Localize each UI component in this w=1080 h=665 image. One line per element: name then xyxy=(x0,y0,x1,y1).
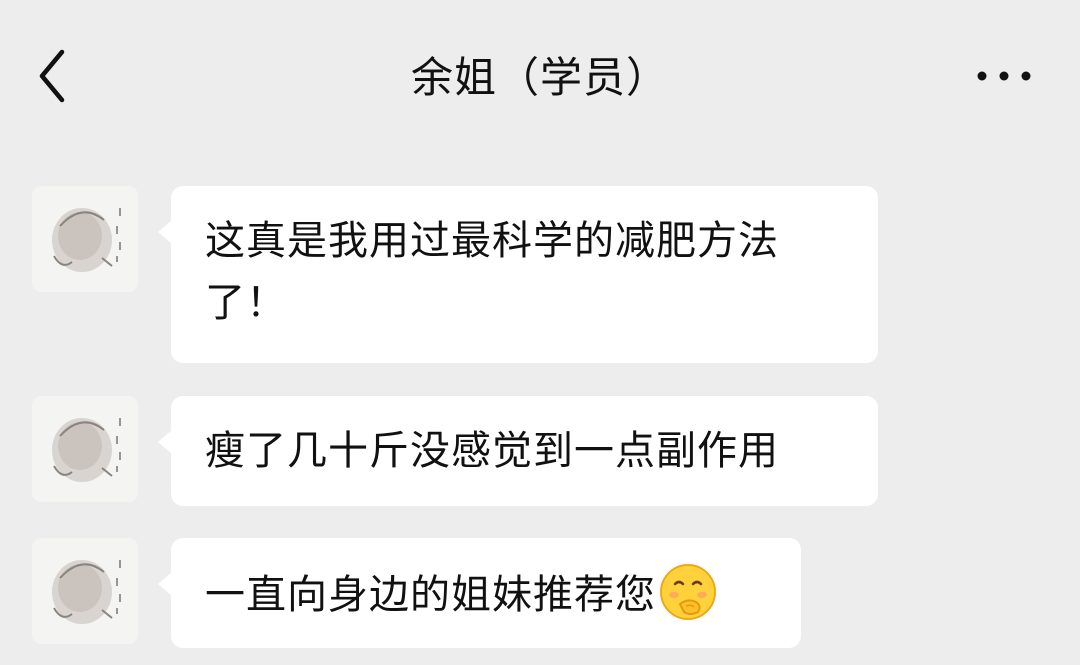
chat-header: 余姐（学员） xyxy=(0,0,1080,150)
message-bubble[interactable]: 这真是我用过最科学的减肥方法了！ xyxy=(158,186,878,363)
avatar-image xyxy=(32,396,138,502)
avatar-image xyxy=(32,186,138,292)
avatar[interactable] xyxy=(32,186,138,292)
message-text: 这真是我用过最科学的减肥方法了！ xyxy=(205,218,779,326)
more-dots-icon xyxy=(977,71,1031,81)
message-bubble[interactable]: 一直向身边的姐妹推荐您 xyxy=(158,538,801,648)
more-button[interactable] xyxy=(968,52,1040,100)
chat-title: 余姐（学员） xyxy=(410,53,669,102)
message-row: 瘦了几十斤没感觉到一点副作用 xyxy=(0,396,1080,506)
message-row: 一直向身边的姐妹推荐您 xyxy=(0,538,1080,650)
avatar[interactable] xyxy=(32,396,138,502)
shy-blushing-emoji-icon xyxy=(658,562,718,622)
avatar[interactable] xyxy=(32,538,138,644)
message-bubble[interactable]: 瘦了几十斤没感觉到一点副作用 xyxy=(158,396,878,506)
message-text: 一直向身边的姐妹推荐您 xyxy=(205,572,656,618)
message-text: 瘦了几十斤没感觉到一点副作用 xyxy=(205,428,779,474)
avatar-image xyxy=(32,538,138,644)
message-row: 这真是我用过最科学的减肥方法了！ xyxy=(0,186,1080,366)
